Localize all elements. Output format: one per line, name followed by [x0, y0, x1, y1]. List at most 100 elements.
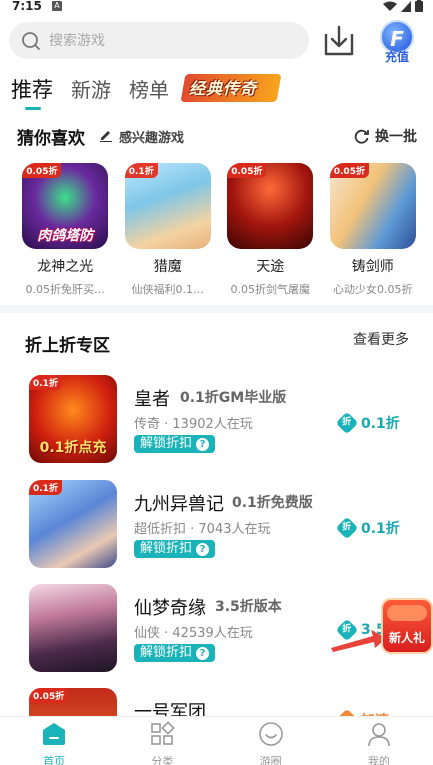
view-more-link[interactable]: 查看更多	[353, 329, 409, 349]
game-cover-image	[29, 584, 117, 672]
discount-game-row[interactable]: 0.1折 0.1折点充 皇者 0.1折GM毕业版 传奇 · 13902人在玩 解…	[29, 375, 419, 465]
game-cover-image: 0.05折	[329, 163, 416, 249]
game-cover-image: 0.1折	[29, 480, 117, 568]
cover-text: 0.1折点充	[39, 440, 107, 456]
discount-game-row[interactable]: 0.1折 九州异兽记 0.1折免费版 超低折扣 · 7043人在玩 解锁折扣 ?…	[29, 480, 419, 570]
discount-tag: 0.05折	[227, 163, 267, 178]
game-name: 天途	[256, 259, 285, 275]
system-icons	[383, 0, 423, 12]
nav-label: 分类	[151, 755, 174, 765]
game-cover-image: 0.05折	[227, 163, 314, 249]
search-bar[interactable]	[9, 22, 309, 59]
new-user-gift-float[interactable]: 新人礼	[329, 598, 433, 658]
banner-text: 经典传奇	[189, 79, 258, 98]
game-name: 仙梦奇缘	[134, 598, 206, 619]
game-name: 皇者	[134, 389, 170, 410]
nav-mine[interactable]: 我的	[325, 717, 433, 765]
game-name: 龙神之光	[37, 259, 94, 275]
discount-tag: 0.1折	[124, 163, 158, 178]
category-icon	[151, 721, 176, 745]
arrow-icon	[331, 630, 387, 652]
search-input[interactable]	[49, 32, 269, 49]
discount-icon: 折	[335, 516, 359, 540]
user-icon	[368, 723, 390, 747]
tab-new-games[interactable]: 新游	[71, 74, 111, 103]
refresh-button[interactable]: 换一批	[354, 126, 417, 146]
game-meta: 传奇 · 13902人在玩	[134, 417, 253, 432]
game-desc: 心动少女0.05折	[333, 283, 413, 296]
rec-game-card[interactable]: 0.05折 天途 0.05折剑气屠魔	[219, 163, 322, 297]
discount-tag: 0.05折	[29, 688, 69, 703]
guess-header: 猜你喜欢 感兴趣游戏 换一批	[17, 124, 417, 149]
pencil-icon	[100, 131, 112, 142]
section-title: 折上折专区	[25, 336, 110, 356]
unlock-label: 解锁折扣	[140, 645, 193, 660]
bottom-nav: 首页 分类 游圈 我的	[0, 716, 433, 765]
discount-value: 折 0.1折	[335, 516, 400, 540]
nav-label: 我的	[367, 755, 390, 765]
gift-box-icon: 新人礼	[381, 598, 433, 654]
nav-label: 游圈	[259, 755, 282, 765]
guess-title: 猜你喜欢	[17, 129, 85, 149]
game-cover-image: 0.05折 肉鸽塔防	[22, 163, 109, 249]
unlock-label: 解锁折扣	[140, 541, 193, 556]
search-icon	[22, 31, 40, 50]
unlock-discount-button[interactable]: 解锁折扣 ?	[134, 644, 216, 662]
refresh-label: 换一批	[375, 129, 417, 145]
smile-icon	[258, 722, 283, 746]
cover-label: 肉鸽塔防	[37, 228, 94, 244]
gift-label: 新人礼	[388, 631, 425, 645]
game-desc: 仙侠福利0.1…	[131, 283, 205, 296]
game-cover-image: 0.1折	[124, 163, 211, 249]
signal-icon	[401, 0, 411, 12]
game-version: 0.1折免费版	[232, 495, 313, 511]
section-divider	[0, 305, 433, 313]
game-meta: 仙侠 · 42539人在玩	[134, 626, 253, 641]
download-icon[interactable]	[322, 24, 356, 58]
rec-game-card[interactable]: 0.05折 铸剑师 心动少女0.05折	[322, 163, 425, 297]
unlock-discount-button[interactable]: 解锁折扣 ?	[134, 435, 216, 453]
home-icon	[43, 723, 66, 745]
recharge-label: 充值	[384, 50, 409, 64]
unlock-discount-button[interactable]: 解锁折扣 ?	[134, 540, 216, 558]
nav-home[interactable]: 首页	[0, 717, 108, 765]
notification-icon: A	[52, 1, 62, 11]
rec-game-card[interactable]: 0.05折 肉鸽塔防 龙神之光 0.05折免肝买…	[14, 163, 117, 297]
game-name: 铸剑师	[351, 259, 394, 275]
discount-tag: 0.1折	[29, 480, 62, 495]
refresh-icon	[354, 129, 369, 144]
question-icon: ?	[196, 437, 210, 451]
discount-tag: 0.05折	[22, 163, 62, 178]
top-tabs: 推荐 新游 榜单 经典传奇	[11, 74, 282, 114]
discount-value: 折 0.1折	[335, 411, 400, 435]
tab-recommend[interactable]: 推荐	[11, 74, 53, 110]
game-desc: 0.05折剑气屠魔	[230, 283, 311, 296]
game-name: 九州异兽记	[134, 494, 224, 515]
discount-text: 0.1折	[361, 416, 400, 432]
discount-icon: 折	[335, 411, 359, 435]
nav-label: 首页	[43, 755, 66, 765]
battery-icon	[415, 0, 423, 12]
status-time: 7:15	[12, 0, 42, 13]
game-desc: 0.05折免肝买…	[25, 283, 106, 296]
wifi-icon	[383, 1, 397, 11]
game-meta: 超低折扣 · 7043人在玩	[134, 522, 271, 537]
question-icon: ?	[196, 646, 210, 660]
guess-subtitle[interactable]: 感兴趣游戏	[119, 127, 184, 146]
game-cover-image: 0.1折 0.1折点充	[29, 375, 117, 463]
discount-tag: 0.05折	[329, 163, 369, 178]
nav-circle[interactable]: 游圈	[217, 717, 325, 765]
game-version: 0.1折GM毕业版	[180, 390, 287, 406]
recharge-button[interactable]: F 充值	[377, 20, 417, 70]
gift-lid	[387, 605, 427, 621]
status-bar: 7:15 A	[0, 0, 433, 14]
rec-game-card[interactable]: 0.1折 猎魔 仙侠福利0.1…	[117, 163, 220, 297]
discount-tag: 0.1折	[29, 375, 62, 390]
recommend-game-list: 0.05折 肉鸽塔防 龙神之光 0.05折免肝买… 0.1折 猎魔 仙侠福利0.…	[14, 163, 424, 297]
tab-classic-legend-banner[interactable]: 经典传奇	[180, 68, 282, 108]
discount-text: 0.1折	[361, 521, 400, 537]
game-version: 3.5折版本	[215, 599, 282, 615]
discount-zone-section: 折上折专区 查看更多 0.1折 0.1折点充 皇者 0.1折GM毕业版 传奇 ·…	[9, 313, 426, 765]
tab-rankings[interactable]: 榜单	[129, 74, 169, 103]
nav-category[interactable]: 分类	[108, 717, 216, 765]
